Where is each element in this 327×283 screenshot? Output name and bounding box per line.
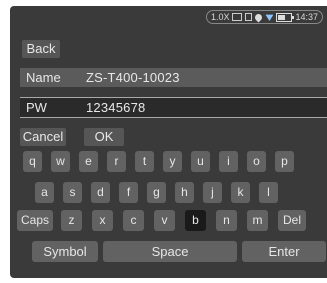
symbol-key[interactable]: Symbol [32, 241, 98, 262]
clock: 14:37 [295, 12, 318, 22]
key-f[interactable]: f [119, 182, 138, 203]
key-d[interactable]: d [91, 182, 110, 203]
key-t[interactable]: t [135, 151, 154, 172]
cancel-button[interactable]: Cancel [20, 128, 66, 146]
password-field[interactable]: PW 12345678 [20, 97, 327, 118]
key-x[interactable]: x [92, 210, 113, 231]
back-button[interactable]: Back [22, 40, 60, 58]
space-key[interactable]: Space [103, 241, 237, 262]
status-pill: 1.0X 14:37 [205, 10, 323, 24]
ok-button[interactable]: OK [84, 128, 124, 146]
zoom-level: 1.0X [210, 12, 230, 22]
memory-card-icon [232, 13, 243, 21]
name-field[interactable]: Name ZS-T400-10023 [20, 68, 327, 87]
key-c[interactable]: c [123, 210, 144, 231]
key-z[interactable]: z [61, 210, 82, 231]
name-value: ZS-T400-10023 [86, 70, 180, 85]
keyboard-row-3: Caps z x c v b n m Del [17, 210, 306, 231]
key-a[interactable]: a [35, 182, 54, 203]
key-g[interactable]: g [147, 182, 166, 203]
caps-key[interactable]: Caps [17, 210, 53, 231]
wifi-icon [265, 14, 274, 21]
keyboard-row-1: q w e r t y u i o p [23, 151, 303, 172]
delete-key[interactable]: Del [278, 210, 306, 231]
enter-key[interactable]: Enter [242, 241, 326, 262]
key-b[interactable]: b [185, 210, 206, 231]
name-label: Name [26, 70, 61, 85]
key-v[interactable]: v [154, 210, 175, 231]
key-k[interactable]: k [231, 182, 250, 203]
key-w[interactable]: w [51, 151, 70, 172]
key-p[interactable]: p [275, 151, 294, 172]
battery-icon [276, 12, 295, 22]
key-m[interactable]: m [247, 210, 268, 231]
keyboard-row-4: Symbol Space Enter [32, 241, 326, 262]
password-label: PW [26, 100, 47, 115]
status-bar: 1.0X 14:37 [205, 9, 323, 25]
screen: 1.0X 14:37 Back Name ZS-T400-10023 PW 12… [10, 6, 327, 278]
key-y[interactable]: y [163, 151, 182, 172]
key-q[interactable]: q [23, 151, 42, 172]
key-o[interactable]: o [247, 151, 266, 172]
key-l[interactable]: l [259, 182, 278, 203]
key-u[interactable]: u [191, 151, 210, 172]
gps-icon [254, 12, 264, 22]
key-i[interactable]: i [219, 151, 238, 172]
key-e[interactable]: e [79, 151, 98, 172]
key-j[interactable]: j [203, 182, 222, 203]
key-s[interactable]: s [63, 182, 82, 203]
key-n[interactable]: n [216, 210, 237, 231]
keyboard-row-2: a s d f g h j k l [35, 182, 287, 203]
sd-card-icon [245, 13, 253, 21]
key-h[interactable]: h [175, 182, 194, 203]
password-value: 12345678 [86, 100, 146, 115]
key-r[interactable]: r [107, 151, 126, 172]
